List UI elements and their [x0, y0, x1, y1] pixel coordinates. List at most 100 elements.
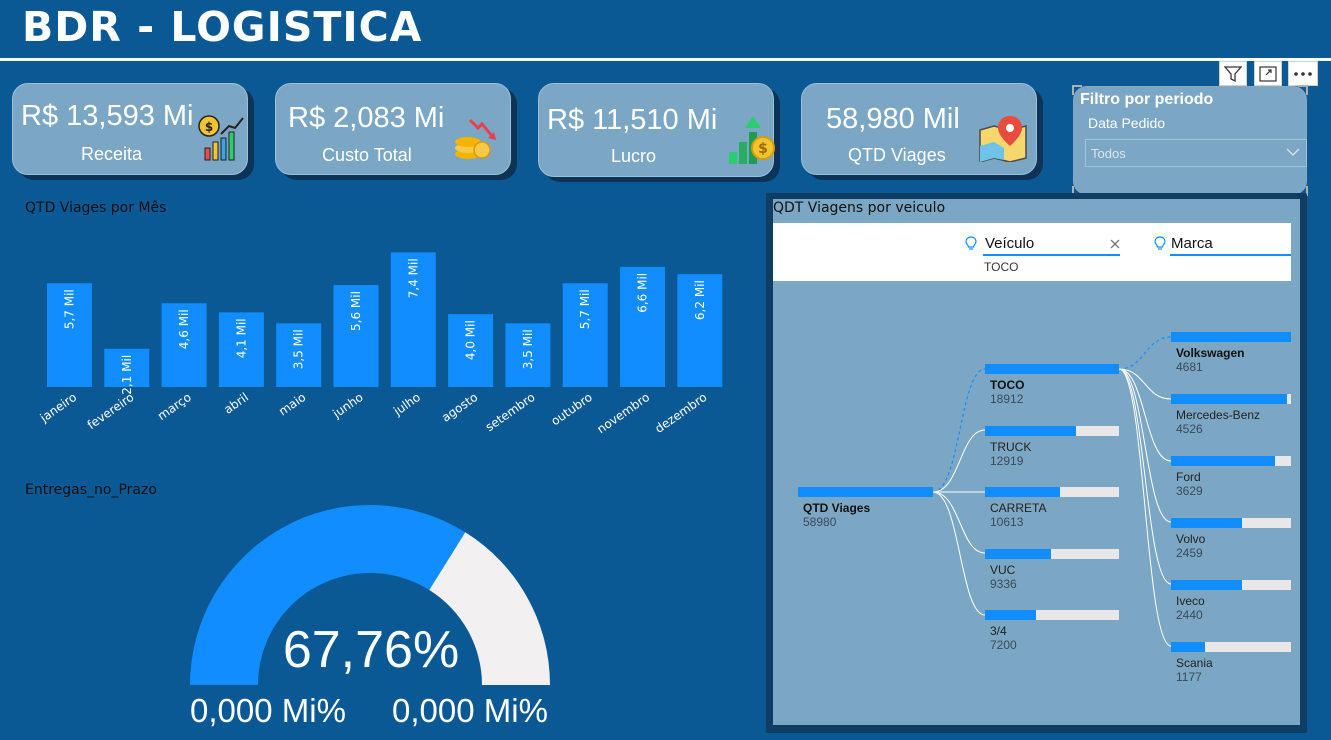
vehicle-node-label: 3/4: [990, 624, 1007, 638]
x-tick-label: janeiro: [37, 390, 79, 426]
cost-coins-icon: [455, 118, 496, 159]
brand-node-label: Scania: [1176, 656, 1213, 670]
decomposition-level-header: Veículo TOCO Marca: [773, 223, 1291, 281]
revenue-chart-icon: $: [198, 115, 244, 161]
brand-node-bar[interactable]: [1171, 580, 1291, 590]
kpi-card-qtd-viages[interactable]: 58,980 Mil QTD Viages: [801, 83, 1037, 175]
vehicle-node-bar[interactable]: [985, 425, 1119, 436]
brand-node-value: 3629: [1176, 484, 1203, 498]
map-pin-icon: [979, 116, 1027, 162]
x-tick-label: setembro: [483, 390, 538, 434]
vehicle-node-value: 9336: [990, 576, 1017, 591]
bar-data-label: 4,0 Mil: [464, 320, 478, 360]
vehicle-node-bar-fill: [985, 364, 1119, 374]
vehicle-node-bar-fill: [985, 425, 1077, 436]
brand-node-value: 1177: [1176, 670, 1202, 684]
bar-data-label: 6,6 Mil: [636, 273, 650, 313]
vehicle-node-value: 7200: [990, 638, 1017, 652]
brand-node-bar[interactable]: [1171, 456, 1291, 466]
decomposition-tree-title: QDT Viagens por veiculo: [773, 200, 946, 216]
profit-growth-icon: $: [729, 116, 775, 164]
vehicle-node-bar[interactable]: [985, 610, 1119, 620]
brand-node-value: 2459: [1176, 546, 1203, 560]
date-filter-slicer[interactable]: Filtro por periodo Data Pedido Todos: [1072, 85, 1308, 196]
brand-node-bar-fill: [1171, 456, 1276, 466]
vehicle-node-label: VUC: [990, 562, 1016, 577]
vehicle-node-bar-fill: [985, 487, 1061, 497]
x-tick-label: agosto: [439, 390, 480, 425]
x-tick-label: novembro: [594, 390, 652, 436]
brand-node-label: Mercedes-Benz: [1176, 408, 1261, 422]
x-tick-label: abril: [221, 390, 251, 417]
monthly-trips-bar-chart: 5,7 Mil janeiro 2,1 Milfevereiro 4,6 Mil mar…: [37, 252, 723, 436]
level-veiculo-label[interactable]: Veículo: [985, 235, 1034, 252]
root-bar[interactable]: [798, 487, 933, 497]
bar-data-label: 5,7 Mil: [63, 289, 77, 329]
more-options-icon[interactable]: [1288, 61, 1318, 86]
bar-data-label: 5,7 Mil: [578, 289, 592, 329]
vehicle-node-bar[interactable]: [985, 487, 1119, 497]
kpi-label: Receita: [81, 144, 143, 164]
brand-node-bar-fill: [1171, 518, 1242, 528]
brand-node-value: 2440: [1176, 608, 1203, 622]
kpi-label: Custo Total: [322, 145, 412, 165]
vehicle-node-value: 10613: [990, 515, 1024, 529]
slicer-title: Filtro por periodo: [1080, 91, 1214, 108]
vehicle-node-label: TRUCK: [990, 439, 1032, 454]
period-dropdown[interactable]: Todos: [1085, 139, 1307, 167]
focus-mode-icon[interactable]: [1254, 61, 1282, 86]
kpi-label: Lucro: [611, 146, 657, 166]
vehicle-node-value: 12919: [990, 453, 1024, 468]
kpi-card-custo-total[interactable]: R$ 2,083 Mi Custo Total: [275, 83, 511, 175]
bar-data-label: 6,2 Mil: [693, 280, 707, 320]
brand-node-bar[interactable]: [1171, 642, 1291, 652]
brand-node-bar[interactable]: [1171, 394, 1291, 404]
root-label: QTD Viages: [803, 501, 871, 515]
bar-data-label: 3,5 Mil: [521, 329, 535, 369]
x-tick-label: julho: [390, 390, 423, 419]
brand-node-label: Ford: [1176, 470, 1201, 484]
level-veiculo-selected: TOCO: [984, 260, 1019, 274]
brand-node-bar-fill: [1171, 642, 1205, 652]
vehicle-node-bar[interactable]: [985, 548, 1119, 559]
chevron-down-icon: [1286, 148, 1300, 156]
brand-node-bar-fill: [1171, 394, 1288, 404]
level-marca-label[interactable]: Marca: [1171, 235, 1213, 252]
slicer-field-label: Data Pedido: [1088, 115, 1166, 131]
brand-node-label: Volvo: [1176, 532, 1206, 546]
root-bar-fill: [798, 487, 933, 497]
filter-icon[interactable]: [1219, 61, 1247, 86]
bar-data-label: 4,1 Mil: [234, 318, 248, 358]
kpi-card-receita[interactable]: R$ 13,593 Mi Receita $: [12, 83, 248, 175]
x-tick-label: fevereiro: [85, 390, 137, 432]
svg-text:$: $: [758, 141, 768, 157]
bar-data-label: 4,6 Mil: [177, 309, 191, 349]
brand-node-bar[interactable]: [1171, 332, 1291, 342]
vehicle-node-label: TOCO: [990, 378, 1025, 392]
header-divider: [0, 58, 1331, 61]
kpi-card-lucro[interactable]: R$ 11,510 Mi Lucro $: [538, 83, 775, 177]
x-tick-label: outubro: [548, 390, 594, 428]
bar-data-label: 7,4 Mil: [406, 258, 420, 298]
lightbulb-icon[interactable]: [1154, 236, 1166, 252]
brand-node-value: 4681: [1176, 360, 1203, 374]
level-underline: [983, 254, 1120, 256]
kpi-label: QTD Viages: [848, 145, 946, 165]
brand-node-label: Iveco: [1176, 594, 1205, 608]
lightbulb-icon[interactable]: [965, 236, 977, 252]
vehicle-node-bar-fill: [985, 610, 1036, 620]
svg-text:$: $: [205, 120, 213, 134]
x-tick-label: dezembro: [652, 390, 709, 436]
vehicle-node-value: 18912: [990, 392, 1024, 406]
page-title: BDR - LOGISTICA: [22, 3, 423, 51]
gauge-max-label: 0,000 Mi%: [392, 692, 548, 729]
bar-data-label: 5,6 Mil: [349, 291, 363, 331]
gauge-title: Entregas_no_Prazo: [25, 482, 157, 498]
vehicle-node-bar[interactable]: [985, 364, 1119, 374]
dropdown-value: Todos: [1091, 146, 1126, 161]
close-icon[interactable]: [1110, 239, 1120, 249]
level-underline: [1170, 254, 1291, 256]
brand-node-bar[interactable]: [1171, 518, 1291, 528]
x-tick-label: maio: [276, 390, 308, 419]
brand-node-bar-fill: [1171, 580, 1242, 590]
